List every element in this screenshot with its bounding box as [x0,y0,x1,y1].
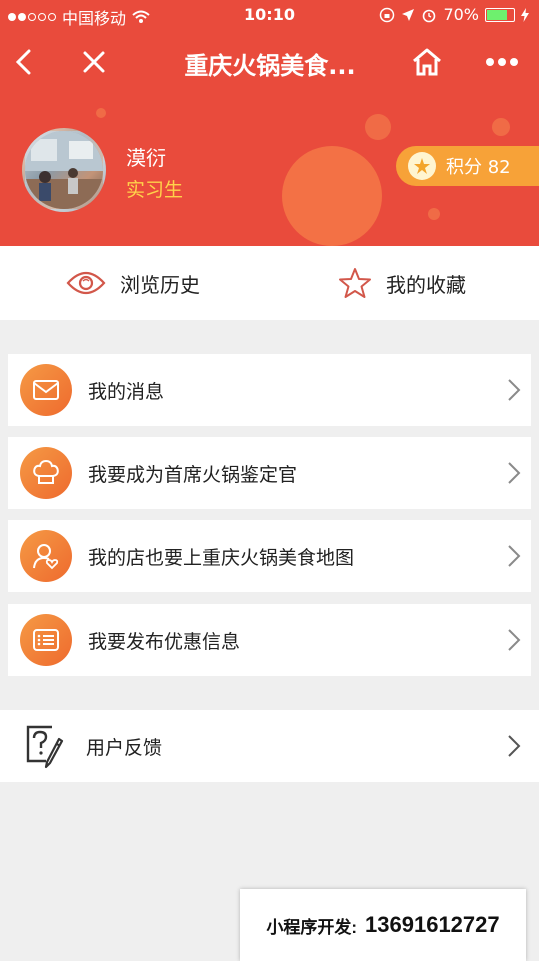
quick-links: 浏览历史 我的收藏 [0,246,539,320]
banner-prefix: 小程序开发: [266,917,358,937]
alarm-icon [423,9,436,22]
profile-header: 中国移动 10:10 70% 重庆火锅美食... 漠衍 实习生 积分 82 [0,0,539,246]
feedback-label: 用户反馈 [86,736,163,759]
decor-bubble [282,146,382,246]
menu-item-label: 我的消息 [88,380,165,403]
battery-icon [485,7,515,22]
page-title: 重庆火锅美食... [184,52,356,80]
more-icon [486,58,518,66]
close-icon [83,51,105,73]
close-button[interactable] [76,44,112,80]
home-icon [413,48,441,76]
menu-item-label: 我的店也要上重庆火锅美食地图 [88,546,355,569]
eye-icon [66,271,106,295]
question-edit-icon [20,720,72,772]
chevron-right-icon [508,629,521,651]
menu-item-publish-deal[interactable]: 我要发布优惠信息 [8,604,531,676]
user-role: 实习生 [126,179,184,201]
chef-hat-icon [20,447,72,499]
star-icon [339,268,371,298]
chevron-right-icon [508,545,521,567]
points-label: 积分 82 [446,157,511,178]
chevron-right-icon [508,379,521,401]
menu-item-join-map[interactable]: 我的店也要上重庆火锅美食地图 [8,520,531,592]
chevron-right-icon [508,462,521,484]
decor-bubble [96,108,106,118]
more-button[interactable] [484,44,520,80]
favorites-label: 我的收藏 [386,272,466,297]
menu-item-messages[interactable]: 我的消息 [8,354,531,426]
status-right: 70% [379,5,529,24]
status-bar: 中国移动 10:10 70% [0,0,539,30]
back-button[interactable] [6,44,42,80]
back-icon [15,49,31,75]
decor-bubble [428,208,440,220]
location-icon [402,8,415,21]
menu-item-label: 我要成为首席火锅鉴定官 [88,463,298,486]
favorites-link[interactable]: 我的收藏 [338,246,466,320]
avatar[interactable] [22,128,106,212]
chevron-right-icon [508,735,521,757]
points-badge[interactable]: 积分 82 [396,146,539,186]
browse-history-label: 浏览历史 [120,272,200,297]
user-name: 漠衍 [126,146,166,170]
list-card-icon [20,614,72,666]
user-heart-icon [20,530,72,582]
navigation-bar: 重庆火锅美食... [0,36,539,86]
battery-fill [487,9,507,20]
home-button[interactable] [409,44,445,80]
decor-bubble [492,118,510,136]
contact-banner: 小程序开发: 13691612727 [240,889,526,961]
charging-icon [521,7,529,22]
browse-history-link[interactable]: 浏览历史 [66,246,200,320]
banner-phone: 13691612727 [365,912,500,937]
avatar-photo [25,131,103,209]
feedback-row[interactable]: 用户反馈 [0,710,539,782]
coin-icon [408,152,436,180]
battery-percent: 70% [443,5,479,24]
decor-bubble [365,114,391,140]
envelope-icon [20,364,72,416]
menu-item-chief-taster[interactable]: 我要成为首席火锅鉴定官 [8,437,531,509]
menu-item-label: 我要发布优惠信息 [88,630,241,653]
lock-rotation-icon [380,7,395,22]
